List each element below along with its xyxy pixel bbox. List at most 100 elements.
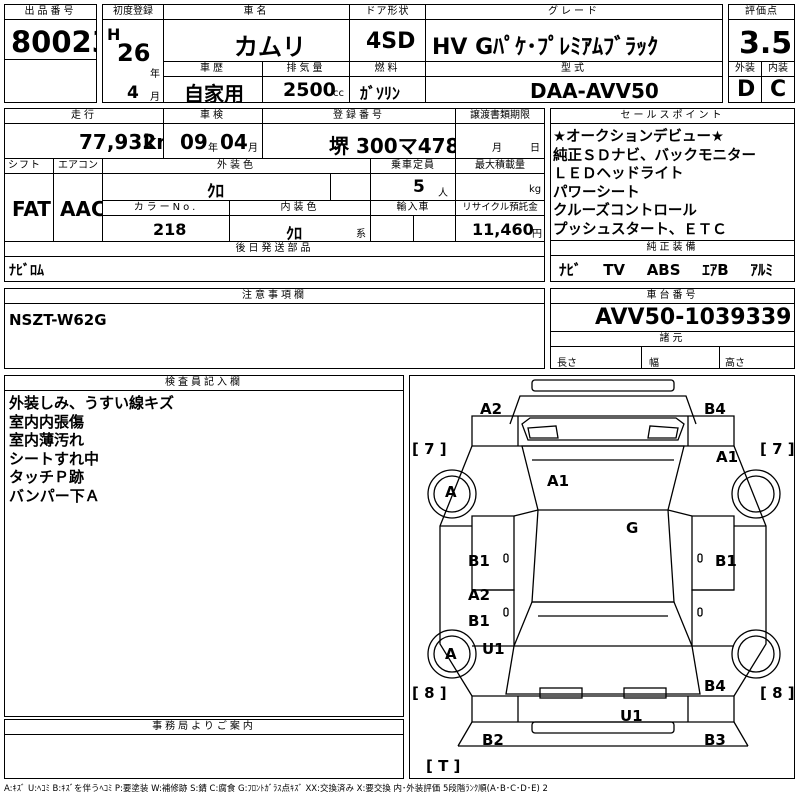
exterior-header: 外装 [729, 62, 761, 77]
damage-mark: A [445, 645, 457, 663]
inspector-note: シートすれ中 [9, 449, 100, 468]
interior-header: 内装 [762, 62, 794, 77]
inspection-year-unit: 年 [208, 143, 218, 154]
equipment-list: ﾅﾋﾞ TV ABS ｴｱB ｱﾙﾐ PS PW [559, 259, 794, 280]
office-cell: 事務局よりご案内 [4, 719, 404, 779]
later-parts-header: 後日発送部品 [5, 242, 544, 257]
capacity-unit: 人 [438, 188, 448, 199]
recycle: 11,460 [472, 220, 534, 239]
notes-cell: 注意事項欄 NSZT-W62G [4, 288, 545, 369]
damage-mark: G [626, 519, 639, 537]
inspector-note: 室内内張傷 [9, 412, 85, 431]
specs-cell: 諸元 長さ 幅 高さ [550, 331, 795, 369]
inspection-header: 車検 [164, 109, 262, 124]
transfer-cell: 譲渡書類期限 月 日 [455, 108, 545, 159]
first-reg-month-unit: 月 [150, 92, 160, 103]
history: 自家用 [184, 82, 244, 103]
first-reg-cell: 初度登録 H 26 年 4 月 [102, 4, 164, 103]
grade: HV Gﾊﾟｹ･ﾌﾟﾚﾐｱﾑﾌﾞﾗｯｸ [432, 35, 659, 60]
damage-mark: A2 [480, 400, 503, 418]
score-cell: 評価点 3.5 [728, 4, 795, 62]
fuel: ｶﾞｿﾘﾝ [360, 84, 401, 103]
damage-mark: B1 [468, 552, 490, 570]
car-name-header: 車名 [164, 5, 349, 20]
spec-divider-1 [641, 347, 642, 368]
legend: A:ｷｽﾞ U:ﾍｺﾐ B:ｷｽﾞを伴うﾍｺﾐ P:要塗装 W:補修跡 S:錆 … [4, 784, 548, 794]
damage-mark: B3 [704, 731, 726, 749]
grade-cell: グレード HV Gﾊﾟｹ･ﾌﾟﾚﾐｱﾑﾌﾞﾗｯｸ [425, 4, 723, 62]
tyre-rear-right: [ 8 ] [760, 684, 795, 702]
history-cell: 車歴 自家用 [163, 61, 263, 103]
sales-point-item: パワーシート [553, 184, 640, 201]
notes: NSZT-W62G [9, 311, 107, 329]
reg-no: 堺 300マ4782 [329, 134, 455, 158]
inspector-notes: 外装しみ、うすい線キズ 室内内張傷 室内薄汚れ シートすれ中 タッチＰ跡 バンパ… [9, 394, 174, 505]
lot-no-cell: 出品番号 80023 [4, 4, 97, 60]
first-reg-month: 4 [127, 83, 139, 103]
max-load-header: 最大積載量 [456, 159, 544, 174]
ext-color-divider [330, 173, 371, 201]
model: DAA-AVV50 [530, 79, 659, 103]
damage-mark: A2 [468, 586, 491, 604]
damage-mark: A1 [716, 448, 739, 466]
ext-color: ｸﾛ [207, 182, 224, 201]
transfer-day-unit: 日 [530, 143, 540, 154]
aircon-cell: エアコン AAC [53, 158, 103, 242]
inspection-month: 04 [220, 130, 248, 154]
damage-mark: U1 [482, 640, 505, 658]
capacity: 5 [413, 177, 425, 197]
history-header: 車歴 [164, 62, 262, 77]
sales-points-cell: セールスポイント ★オークションデビュー★ 純正ＳＤナビ、バックモニター ＬＥＤ… [550, 108, 795, 241]
max-load-cell: 最大積載量 kg [455, 158, 545, 201]
door-header: ドア形状 [350, 5, 425, 20]
tyre-front-right: [ 7 ] [760, 440, 795, 458]
fuel-cell: 燃料 ｶﾞｿﾘﾝ [349, 61, 426, 103]
equipment-item: TV [603, 261, 626, 279]
model-header: 型式 [426, 62, 722, 77]
reg-no-header: 登録番号 [263, 109, 455, 124]
chassis: AVV50-1039339 [595, 305, 792, 330]
inspection-year: 09 [180, 130, 208, 154]
max-load-unit: kg [529, 184, 542, 195]
spec-length-label: 長さ [557, 358, 577, 369]
later-parts: ﾅﾋﾞﾛﾑ [9, 263, 44, 279]
inspector-note: タッチＰ跡 [9, 468, 85, 486]
recycle-unit: 円 [532, 229, 542, 240]
aircon-header: エアコン [54, 159, 102, 174]
inspector-cell: 検査員記入欄 外装しみ、うすい線キズ 室内内張傷 室内薄汚れ シートすれ中 タッ… [4, 375, 404, 717]
chassis-header: 車台番号 [551, 289, 794, 304]
office-header: 事務局よりご案内 [5, 720, 403, 735]
notes-header: 注意事項欄 [5, 289, 544, 304]
inspector-header: 検査員記入欄 [5, 376, 403, 391]
damage-mark: B4 [704, 400, 726, 418]
damage-mark: B1 [468, 612, 490, 630]
spec-divider-2 [719, 347, 720, 368]
model-cell: 型式 DAA-AVV50 [425, 61, 723, 103]
sales-point-item: クルーズコントロール [553, 203, 697, 219]
capacity-header: 乗車定員 [371, 159, 455, 174]
grade-header: グレード [426, 5, 722, 20]
recycle-header: リサイクル預託金 [456, 201, 544, 216]
int-color-header: 内装色 [230, 201, 370, 216]
import-header: 輸入車 [371, 201, 455, 216]
aircon: AAC [60, 197, 103, 221]
damage-mark: A [445, 483, 457, 501]
equipment-header: 純正装備 [551, 241, 794, 256]
reg-no-cell: 登録番号 堺 300マ4782 [262, 108, 456, 159]
int-color-suffix: 系 [356, 229, 366, 240]
displacement-cell: 排気量 2500 cc [262, 61, 350, 103]
int-color-cell: 内装色 ｸﾛ 系 [229, 200, 371, 242]
chassis-cell: 車台番号 AVV50-1039339 [550, 288, 795, 332]
equipment-item: ﾅﾋﾞ [559, 261, 582, 279]
import-cell: 輸入車 [370, 200, 456, 242]
color-no-header: カラーNo. [103, 201, 229, 216]
shift: FAT [12, 197, 51, 221]
later-parts-cell: 後日発送部品 ﾅﾋﾞﾛﾑ [4, 241, 545, 282]
car-diagram [427, 379, 781, 747]
lot-no: 80023 [11, 25, 96, 59]
capacity-cell: 乗車定員 5 人 [370, 158, 456, 201]
damage-mark: B2 [482, 731, 504, 749]
car-diagram-cell: A2 B4 A1 A A1 G B1 B1 A2 B1 U1 A B4 U1 B… [409, 375, 795, 779]
spec-height-label: 高さ [725, 358, 745, 369]
import-divider [413, 216, 414, 241]
